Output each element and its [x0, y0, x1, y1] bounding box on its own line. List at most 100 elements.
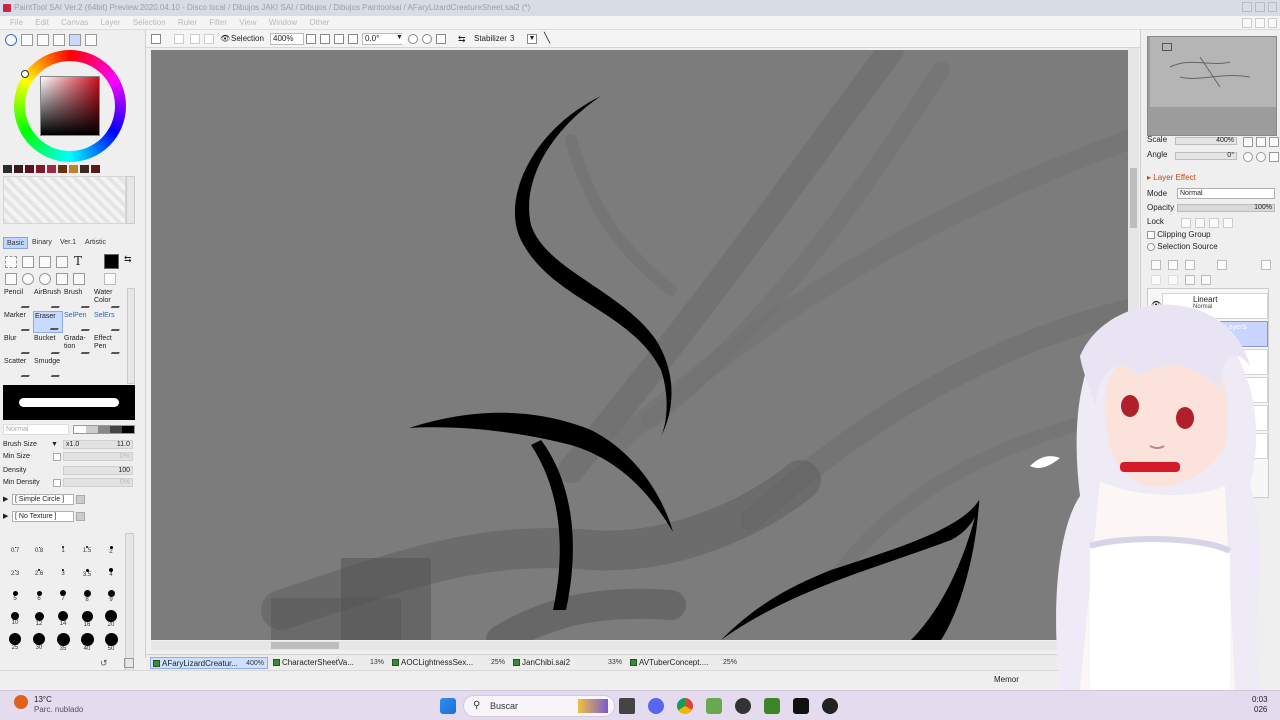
min-density-checkbox[interactable] [53, 479, 61, 487]
layer-effect-label[interactable]: Layer Effect [1153, 173, 1196, 182]
zoom-reset-button[interactable] [348, 34, 358, 44]
copy-layer-icon[interactable] [1151, 275, 1161, 285]
lock-paint-icon[interactable] [1195, 218, 1205, 228]
brush-size-preset[interactable]: 3.5 [75, 562, 99, 584]
brush-size-preset[interactable]: 40 [75, 631, 99, 653]
brush-size-preset[interactable]: 1 [51, 539, 75, 561]
transparent-color-icon[interactable] [104, 273, 116, 285]
app-icon[interactable] [793, 698, 809, 714]
menu-layer[interactable]: Layer [101, 16, 121, 30]
color-swatch[interactable] [80, 165, 89, 173]
color-swatch[interactable] [91, 165, 100, 173]
min-size-slider[interactable]: 0% [63, 452, 133, 461]
layer-opacity-slider[interactable]: 100% [1177, 204, 1275, 212]
magic-wand-icon[interactable] [39, 256, 51, 268]
document-tab[interactable]: JanChibi.sai2 33% [511, 657, 625, 669]
scale-zoom-out-button[interactable] [1243, 137, 1253, 147]
rotation-dropdown-icon[interactable]: ▼ [396, 34, 406, 44]
navigator-preview[interactable] [1147, 36, 1277, 136]
app-icon[interactable] [735, 698, 751, 714]
weather-icon[interactable] [14, 695, 28, 709]
settings-icon[interactable] [124, 658, 134, 668]
discord-icon[interactable] [648, 698, 664, 714]
rect-select-icon[interactable] [5, 256, 17, 268]
hand-icon[interactable] [56, 273, 68, 285]
hue-marker[interactable] [21, 70, 29, 78]
brush-size-preset[interactable]: 1.5 [75, 539, 99, 561]
brush-size-preset[interactable]: 2.3 [3, 562, 27, 584]
taskbar-search-box[interactable]: ⚲ Buscar [463, 695, 615, 717]
brush-shape-button[interactable] [76, 495, 85, 504]
brush-size-preset[interactable]: 16 [75, 608, 99, 630]
selection-source-checkbox[interactable] [1147, 242, 1155, 251]
minecraft-icon[interactable] [764, 698, 780, 714]
stabilizer-dropdown-icon[interactable]: ▼ [527, 34, 537, 44]
tool-effect-pen[interactable]: Effect Pen [93, 334, 124, 356]
tool-eraser[interactable]: Eraser [33, 311, 63, 333]
copy-selection-icon[interactable] [204, 34, 214, 44]
document-tab[interactable]: AFaryLizardCreatur... 400% [150, 657, 268, 669]
rgb-slider-icon[interactable] [21, 34, 33, 46]
clock-date[interactable]: 026 [1254, 705, 1267, 714]
scale-slider[interactable]: 400% [1175, 137, 1237, 145]
brush-size-preset[interactable]: 10 [3, 608, 27, 630]
menu-other[interactable]: Other [309, 16, 329, 30]
color-swatch[interactable] [3, 165, 12, 173]
foreground-color[interactable] [104, 254, 119, 269]
brush-size-preset[interactable]: 25 [3, 631, 27, 653]
min-density-slider[interactable]: 0% [63, 478, 133, 487]
tool-brush[interactable]: Brush [63, 288, 94, 310]
brush-size-preset[interactable]: 7 [51, 585, 75, 607]
blend-mode-select[interactable]: Normal [3, 424, 69, 435]
tool-bucket[interactable]: Bucket [33, 334, 64, 356]
brush-size-preset[interactable]: 9 [99, 585, 123, 607]
color-swatch[interactable] [25, 165, 34, 173]
show-selection-icon[interactable]: 👁 [220, 30, 230, 48]
brush-size-preset[interactable]: 35 [51, 631, 75, 653]
scale-zoom-in-button[interactable] [1256, 137, 1266, 147]
brush-texture-button[interactable] [76, 512, 85, 521]
zoom-icon[interactable] [22, 273, 34, 285]
scroll-thumb[interactable] [1130, 168, 1137, 228]
menu-canvas[interactable]: Canvas [61, 16, 88, 30]
hsv-slider-icon[interactable] [37, 34, 49, 46]
brush-shape-select[interactable]: [ Simple Circle ] [12, 494, 74, 505]
stabilizer-value[interactable]: 3 [510, 30, 514, 48]
tool-airbrush[interactable]: AirBrush [33, 288, 64, 310]
brush-size-preset[interactable]: 2 [99, 539, 123, 561]
color-swatch[interactable] [47, 165, 56, 173]
swatch-grid-icon[interactable] [69, 34, 81, 46]
tool-water-color[interactable]: Water Color [93, 288, 124, 310]
flip-icon[interactable]: ⇆ [458, 30, 466, 48]
color-swatch[interactable] [36, 165, 45, 173]
color-wheel[interactable] [14, 50, 126, 162]
brush-size-preset[interactable]: 6 [27, 585, 51, 607]
scratchpad-scrollbar[interactable] [126, 176, 135, 224]
angle-reset-button[interactable] [1269, 152, 1279, 162]
scratchpad-icon[interactable] [85, 34, 97, 46]
tool-pencil[interactable]: Pencil [3, 288, 34, 310]
menu-view[interactable]: View [239, 16, 256, 30]
menu-file[interactable]: File [10, 16, 23, 30]
brush-edge-selector[interactable] [73, 425, 135, 434]
tool-selers[interactable]: SelErs [93, 311, 124, 333]
obs-icon[interactable] [822, 698, 838, 714]
menu-ruler[interactable]: Ruler [178, 16, 197, 30]
swap-colors-icon[interactable]: ⇆ [124, 254, 132, 265]
brush-size-preset[interactable]: 4 [99, 562, 123, 584]
scroll-thumb[interactable] [271, 642, 339, 649]
clear-layer-icon[interactable] [1185, 275, 1195, 285]
lock-transparency-icon[interactable] [1181, 218, 1191, 228]
zoom-plus-button[interactable] [334, 34, 344, 44]
shape-icon[interactable] [56, 256, 68, 268]
line-tool-icon[interactable]: ╲ [544, 30, 550, 48]
tab-ver1[interactable]: Ver.1 [57, 237, 79, 249]
brush-size-preset[interactable]: 14 [51, 608, 75, 630]
new-layer-icon[interactable] [1151, 260, 1161, 270]
menu-edit[interactable]: Edit [35, 16, 49, 30]
brush-size-preset[interactable]: 30 [27, 631, 51, 653]
lasso-icon[interactable] [22, 256, 34, 268]
rotate-reset-button[interactable] [436, 34, 446, 44]
min-size-checkbox[interactable] [53, 453, 61, 461]
brush-size-preset[interactable]: 8 [75, 585, 99, 607]
